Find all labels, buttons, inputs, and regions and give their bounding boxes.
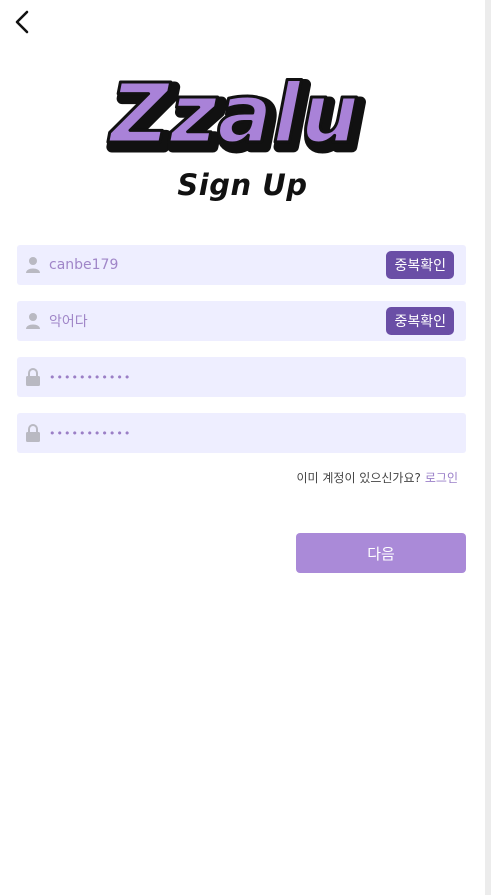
login-prompt-text: 이미 계정이 있으신가요? [296,471,421,485]
chevron-left-icon [15,10,29,34]
lock-icon [24,368,42,386]
id-field[interactable]: canbe179 중복확인 [17,245,466,285]
scrollbar-track[interactable] [485,0,491,895]
login-link[interactable]: 로그인 [425,471,458,485]
password-input[interactable]: ••••••••••• [49,371,466,384]
back-button[interactable] [8,8,36,36]
password-field[interactable]: ••••••••••• [17,357,466,397]
password-confirm-field[interactable]: ••••••••••• [17,413,466,453]
login-prompt: 이미 계정이 있으신가요? 로그인 [296,469,458,486]
user-icon [24,256,42,274]
password-confirm-input[interactable]: ••••••••••• [49,427,466,440]
user-icon [24,312,42,330]
logo-text: Zzalu [107,68,359,160]
id-duplicate-check-button[interactable]: 중복확인 [386,251,454,279]
lock-icon [24,424,42,442]
nickname-duplicate-check-button[interactable]: 중복확인 [386,307,454,335]
next-button[interactable]: 다음 [296,533,466,573]
page-title: Sign Up [177,168,308,202]
logo: Zzalu Zzalu [100,66,385,173]
nickname-field[interactable]: 악어다 중복확인 [17,301,466,341]
